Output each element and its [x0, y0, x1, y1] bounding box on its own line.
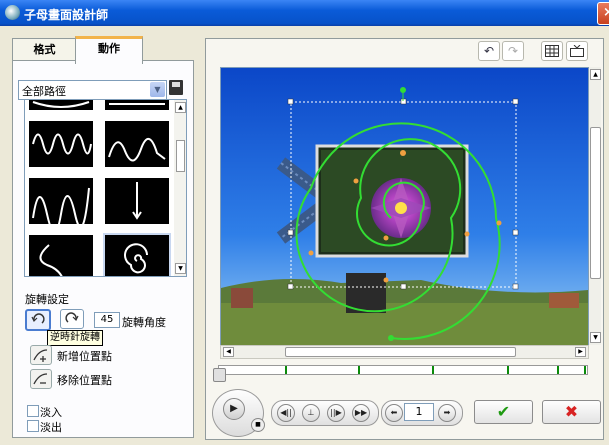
- trim-button[interactable]: ⊥: [302, 404, 320, 422]
- timeline-keyframe: [358, 366, 360, 374]
- next-keyframe-button[interactable]: ➡: [438, 404, 456, 422]
- remove-point-label: 移除位置點: [57, 374, 112, 387]
- timeline-keyframe: [507, 366, 509, 374]
- scroll-left-icon[interactable]: ◀: [223, 347, 234, 357]
- timeline-keyframe: [557, 366, 559, 374]
- designer-window: 子母畫面設計師 × 格式 動作 全部路徑 ▼ ▲ ▼ 旋轉設定 45 旋轉角度 …: [0, 0, 609, 445]
- cancel-button[interactable]: ✖: [542, 400, 601, 424]
- save-icon[interactable]: [169, 80, 183, 95]
- rotation-angle-label: 旋轉角度: [122, 316, 166, 329]
- checkmark-icon: ✔: [496, 402, 511, 421]
- rotate-ccw-button[interactable]: [25, 309, 51, 331]
- timeline-keyframe: [285, 366, 287, 374]
- fast-forward-button[interactable]: ▶▶: [352, 404, 370, 422]
- rotation-angle-input[interactable]: 45: [94, 312, 120, 328]
- play-button[interactable]: ▶: [223, 398, 245, 420]
- path-thumb-7[interactable]: [29, 235, 93, 276]
- window-title: 子母畫面設計師: [24, 8, 109, 22]
- gallery-scrollbar[interactable]: ▲ ▼: [174, 100, 186, 276]
- timeline-keyframe: [584, 366, 586, 374]
- scroll-up-icon[interactable]: ▲: [590, 69, 601, 80]
- remove-point-icon: [33, 373, 48, 385]
- next-frame-button[interactable]: ||▶: [327, 404, 345, 422]
- scroll-thumb[interactable]: [285, 347, 516, 357]
- timeline-handle[interactable]: [213, 368, 226, 382]
- prev-keyframe-button[interactable]: ⬅: [385, 404, 403, 422]
- scroll-right-icon[interactable]: ▶: [575, 347, 586, 357]
- stop-button[interactable]: ■: [251, 418, 265, 432]
- path-thumb-spiral[interactable]: [103, 233, 171, 276]
- timeline-keyframe: [432, 366, 434, 374]
- path-gallery: ▲ ▼: [24, 99, 187, 277]
- preview-scene: [221, 68, 588, 346]
- title-bar: 子母畫面設計師 ×: [0, 0, 609, 26]
- add-point-icon: [33, 349, 48, 362]
- redo-icon[interactable]: ↷: [502, 41, 524, 61]
- scroll-thumb[interactable]: [176, 140, 185, 172]
- path-select[interactable]: 全部路徑 ▼: [18, 80, 167, 100]
- tab-motion[interactable]: 動作: [75, 36, 143, 64]
- chevron-down-icon[interactable]: ▼: [150, 82, 165, 97]
- rotation-section-label: 旋轉設定: [25, 293, 69, 306]
- fade-out-label: 淡出: [40, 421, 62, 434]
- rotate-cw-button[interactable]: [60, 309, 84, 329]
- timeline-track[interactable]: [218, 365, 588, 375]
- add-point-label: 新增位置點: [57, 350, 112, 363]
- rotate-ccw-icon: [31, 313, 45, 324]
- preview-hscroll[interactable]: ◀ ▶: [220, 345, 589, 359]
- undo-icon[interactable]: ↶: [478, 41, 500, 61]
- path-thumb-5[interactable]: [29, 178, 93, 233]
- app-icon: [5, 5, 20, 20]
- remove-point-button[interactable]: [30, 369, 52, 389]
- fade-out-checkbox[interactable]: [27, 420, 39, 432]
- scroll-down-icon[interactable]: ▼: [175, 263, 186, 274]
- close-button[interactable]: ×: [597, 2, 609, 25]
- add-point-button[interactable]: [30, 345, 52, 365]
- scroll-down-icon[interactable]: ▼: [590, 332, 601, 343]
- preview-canvas[interactable]: [220, 67, 589, 347]
- path-thumb-3[interactable]: [29, 121, 93, 167]
- path-thumb-1[interactable]: [29, 100, 93, 110]
- fade-in-checkbox[interactable]: [27, 405, 39, 417]
- ok-button[interactable]: ✔: [474, 400, 533, 424]
- scroll-thumb[interactable]: [590, 127, 601, 279]
- prev-frame-button[interactable]: ◀||: [277, 404, 295, 422]
- x-icon: ✖: [564, 402, 579, 421]
- grid-icon[interactable]: [541, 41, 563, 61]
- path-thumb-2[interactable]: [105, 100, 169, 110]
- tooltip: 逆時針旋轉: [47, 330, 103, 346]
- tab-format[interactable]: 格式: [12, 38, 77, 61]
- preview-vscroll[interactable]: ▲ ▼: [589, 67, 601, 345]
- rotate-cw-icon: [65, 312, 79, 323]
- keyframe-number[interactable]: 1: [404, 403, 434, 421]
- path-thumb-6[interactable]: [105, 178, 169, 224]
- path-select-value: 全部路徑: [22, 85, 66, 98]
- fade-in-label: 淡入: [40, 406, 62, 419]
- scroll-up-icon[interactable]: ▲: [175, 102, 186, 113]
- tv-icon[interactable]: [566, 41, 588, 61]
- path-thumb-4[interactable]: [105, 121, 169, 167]
